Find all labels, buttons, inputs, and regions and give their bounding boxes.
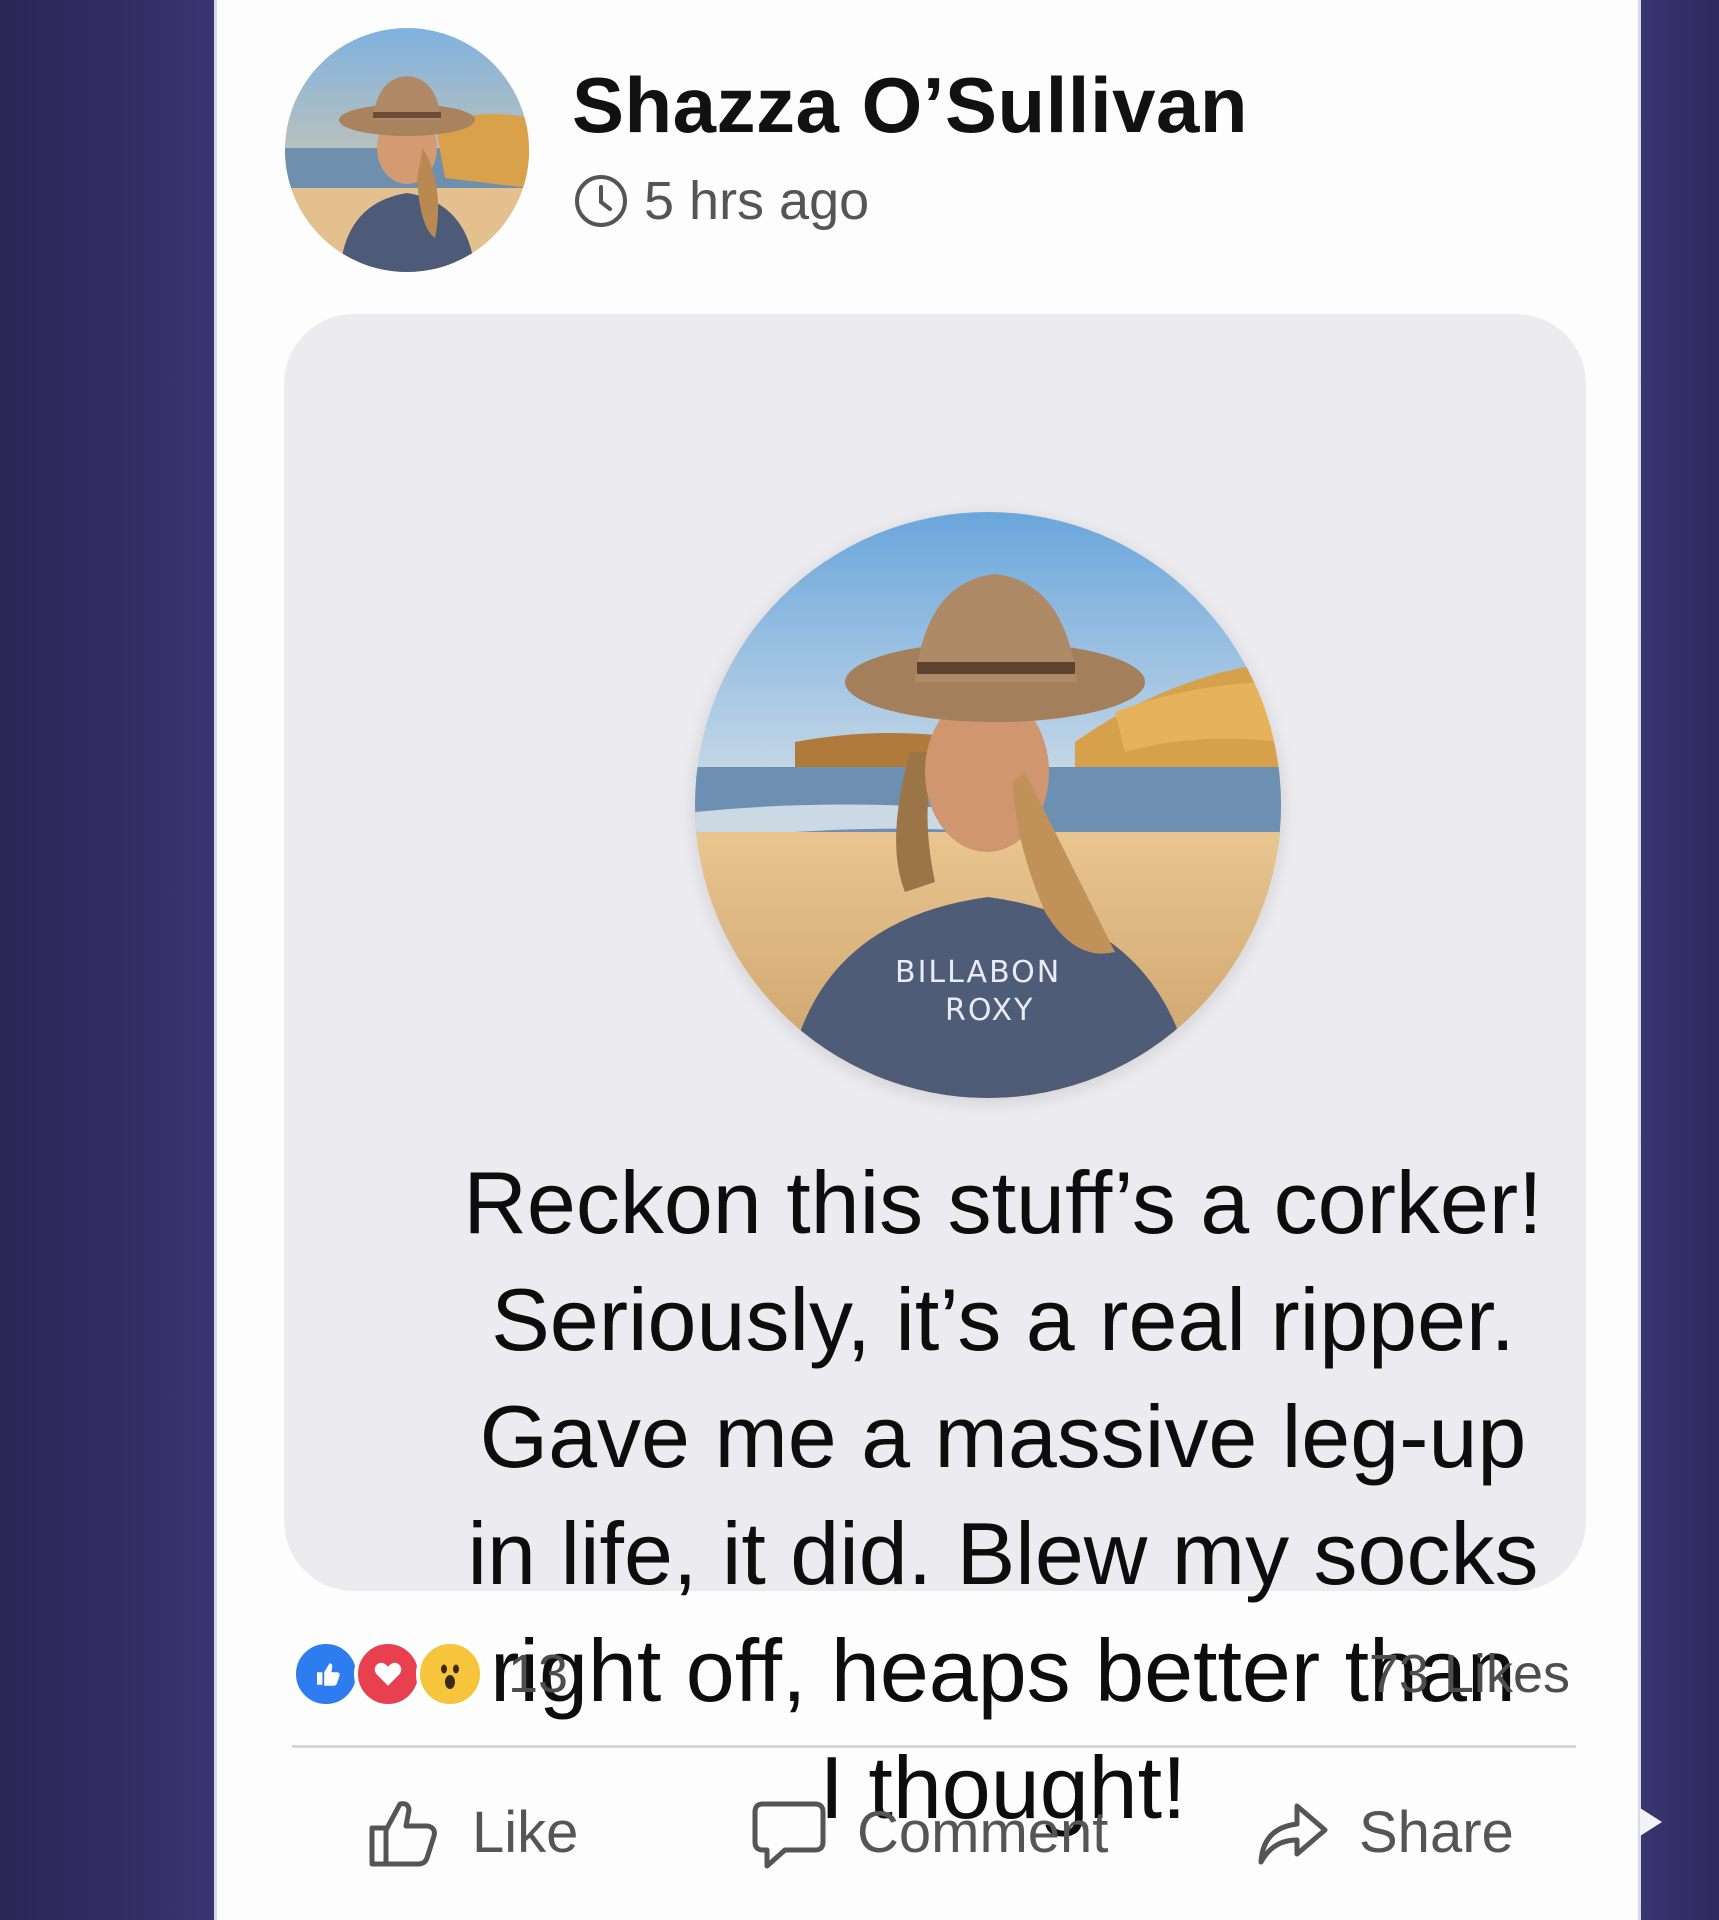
reaction-count: 13 — [508, 1644, 569, 1704]
post-photo[interactable]: BILLABON ROXY — [695, 512, 1281, 1098]
clock-icon — [575, 175, 627, 227]
wow-reaction-icon — [416, 1640, 484, 1708]
timestamp-row: 5 hrs ago — [572, 170, 869, 232]
reactions-summary[interactable]: 13 — [292, 1640, 568, 1708]
shirt-line-2: ROXY — [945, 993, 1034, 1028]
post-timestamp[interactable]: 5 hrs ago — [644, 170, 869, 232]
comment-bubble-icon — [752, 1801, 826, 1869]
share-button[interactable]: Share — [1249, 1790, 1514, 1874]
share-arrow-icon — [1258, 1803, 1328, 1865]
author-avatar[interactable] — [285, 28, 529, 272]
play-arrow-icon[interactable] — [1640, 1808, 1662, 1836]
love-reaction-icon — [354, 1640, 422, 1708]
left-background-strip — [0, 0, 214, 1920]
like-button[interactable]: Like — [362, 1790, 578, 1874]
post-photo-image: BILLABON ROXY — [695, 512, 1281, 1098]
post-body-line: Gave me a massive leg-up — [479, 1387, 1527, 1486]
post-card: Shazza O’Sullivan 5 hrs ago BILLABON ROX… — [214, 0, 1641, 1920]
thumbs-up-icon — [369, 1801, 437, 1867]
right-background-strip — [1641, 0, 1719, 1920]
post-body-line: Seriously, it’s a real ripper. — [491, 1270, 1515, 1369]
like-label: Like — [472, 1799, 579, 1865]
post-body-line: in life, it did. Blew my socks — [467, 1504, 1539, 1603]
author-name[interactable]: Shazza O’Sullivan — [572, 60, 1248, 151]
comment-label: Comment — [857, 1799, 1109, 1865]
post-content-bubble: BILLABON ROXY Reckon this stuff’s a cork… — [284, 314, 1586, 1837]
post-body-text: Reckon this stuff’s a corker! Seriously,… — [374, 1144, 1632, 1846]
shirt-line-1: BILLABON — [895, 955, 1061, 990]
actions-divider — [292, 1745, 1576, 1748]
post-body-line: Reckon this stuff’s a corker! — [463, 1153, 1543, 1252]
avatar-photo — [285, 28, 529, 272]
share-label: Share — [1359, 1799, 1514, 1865]
comment-button[interactable]: Comment — [747, 1790, 1108, 1874]
likes-count[interactable]: 73 Likes — [1369, 1643, 1570, 1705]
like-reaction-icon — [292, 1640, 360, 1708]
